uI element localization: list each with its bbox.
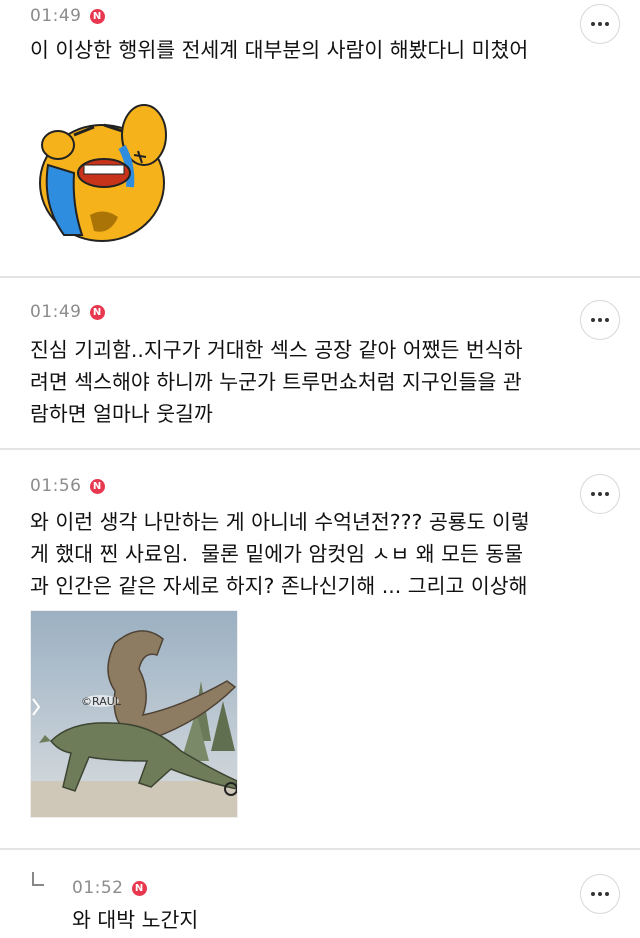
dot-icon (598, 22, 602, 26)
comment-text: 와 이런 생각 나만하는 게 아니네 수억년전??? 공룡도 이렇 게 했대 찐… (30, 510, 530, 598)
comment-item: 01:49 N 진심 기괴함..지구가 거대한 섹스 공장 같아 어쨌든 번식하… (0, 278, 640, 448)
comment-time: 01:49 (30, 302, 82, 322)
reply-time: 01:52 (72, 878, 124, 898)
new-badge: N (89, 478, 105, 494)
dot-icon (591, 318, 595, 322)
comment-text: 이 이상한 행위를 전세계 대부분의 사람이 해봤다니 미쳤어 (30, 38, 529, 62)
reply-item: 01:52 N 와 대박 노간지 (0, 850, 640, 938)
comment-item: 01:56 N 와 이런 생각 나만하는 게 아니네 수억년전??? 공룡도 이… (0, 450, 640, 848)
dinosaur-image[interactable]: ©RAUL (30, 610, 238, 818)
new-badge: N (89, 8, 105, 24)
dot-icon (598, 892, 602, 896)
new-badge: N (131, 880, 147, 896)
dot-icon (591, 492, 595, 496)
comment-text: 진심 기괴함..지구가 거대한 섹스 공장 같아 어쨌든 번식하 려면 섹스해야… (30, 338, 523, 426)
comment-time: 01:56 (30, 476, 82, 496)
new-badge: N (89, 304, 105, 320)
comment-meta: 01:49 N (30, 302, 105, 322)
reply-meta: 01:52 N (72, 878, 147, 898)
dot-icon (605, 892, 609, 896)
dot-icon (598, 492, 602, 496)
dot-icon (605, 492, 609, 496)
crying-bear-emoticon (39, 104, 167, 242)
more-options-button[interactable] (580, 874, 620, 914)
reply-arrow-icon (32, 872, 44, 886)
dinosaur-illustration: ©RAUL (31, 611, 237, 817)
reply-text: 와 대박 노간지 (72, 908, 199, 932)
dot-icon (591, 892, 595, 896)
comment-meta: 01:56 N (30, 476, 105, 496)
dot-icon (591, 22, 595, 26)
dot-icon (605, 22, 609, 26)
comment-item: 01:49 N 이 이상한 행위를 전세계 대부분의 사람이 해봤다니 미쳤어 (0, 0, 640, 276)
watermark-text: ©RAUL (81, 695, 122, 708)
comment-time: 01:49 (30, 6, 82, 26)
dot-icon (598, 318, 602, 322)
dot-icon (605, 318, 609, 322)
comment-meta: 01:49 N (30, 6, 105, 26)
